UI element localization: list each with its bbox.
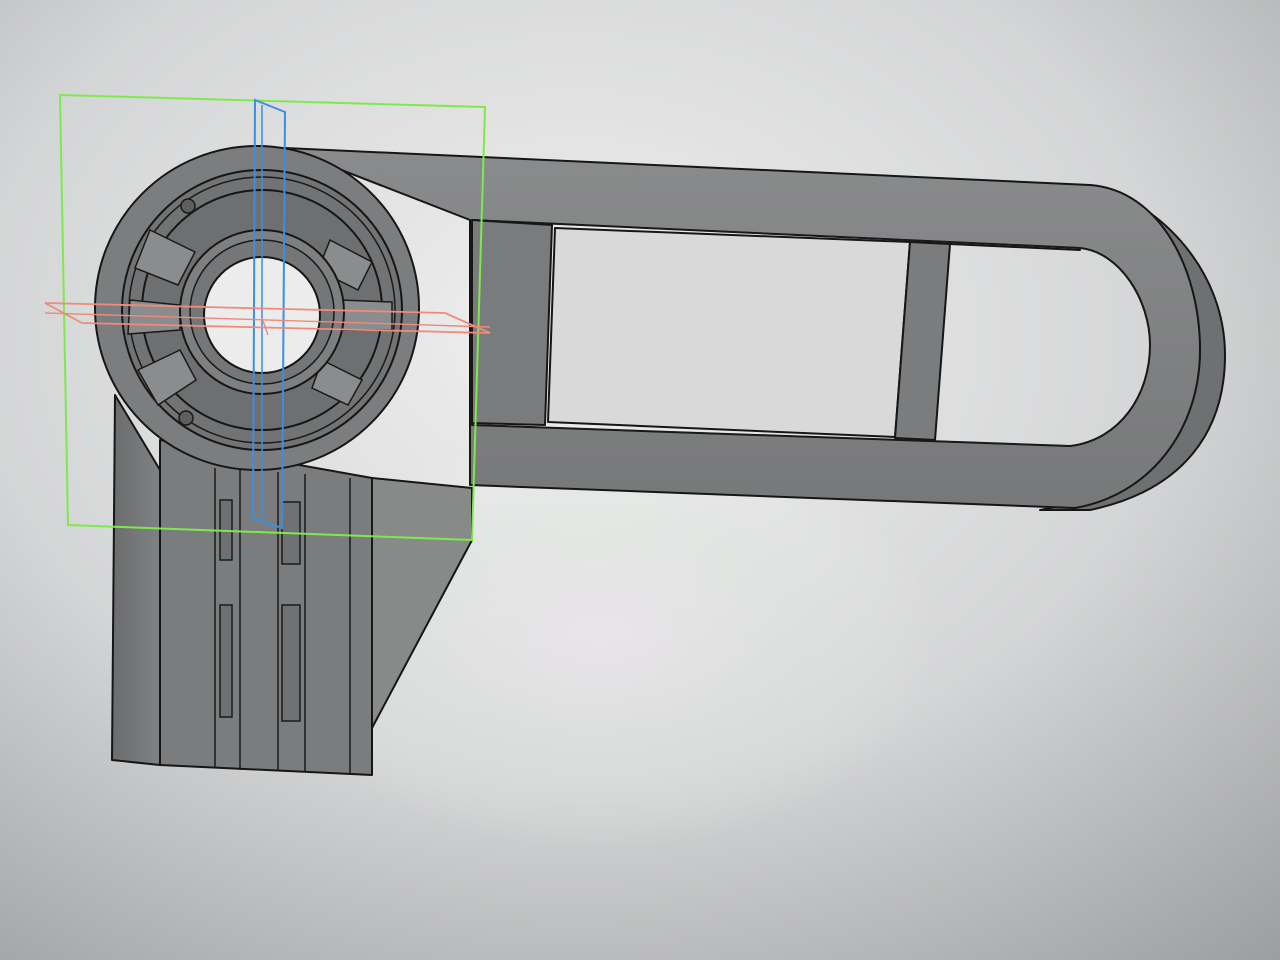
model-scene[interactable] [0,0,1280,960]
cad-viewport[interactable] [0,0,1280,960]
